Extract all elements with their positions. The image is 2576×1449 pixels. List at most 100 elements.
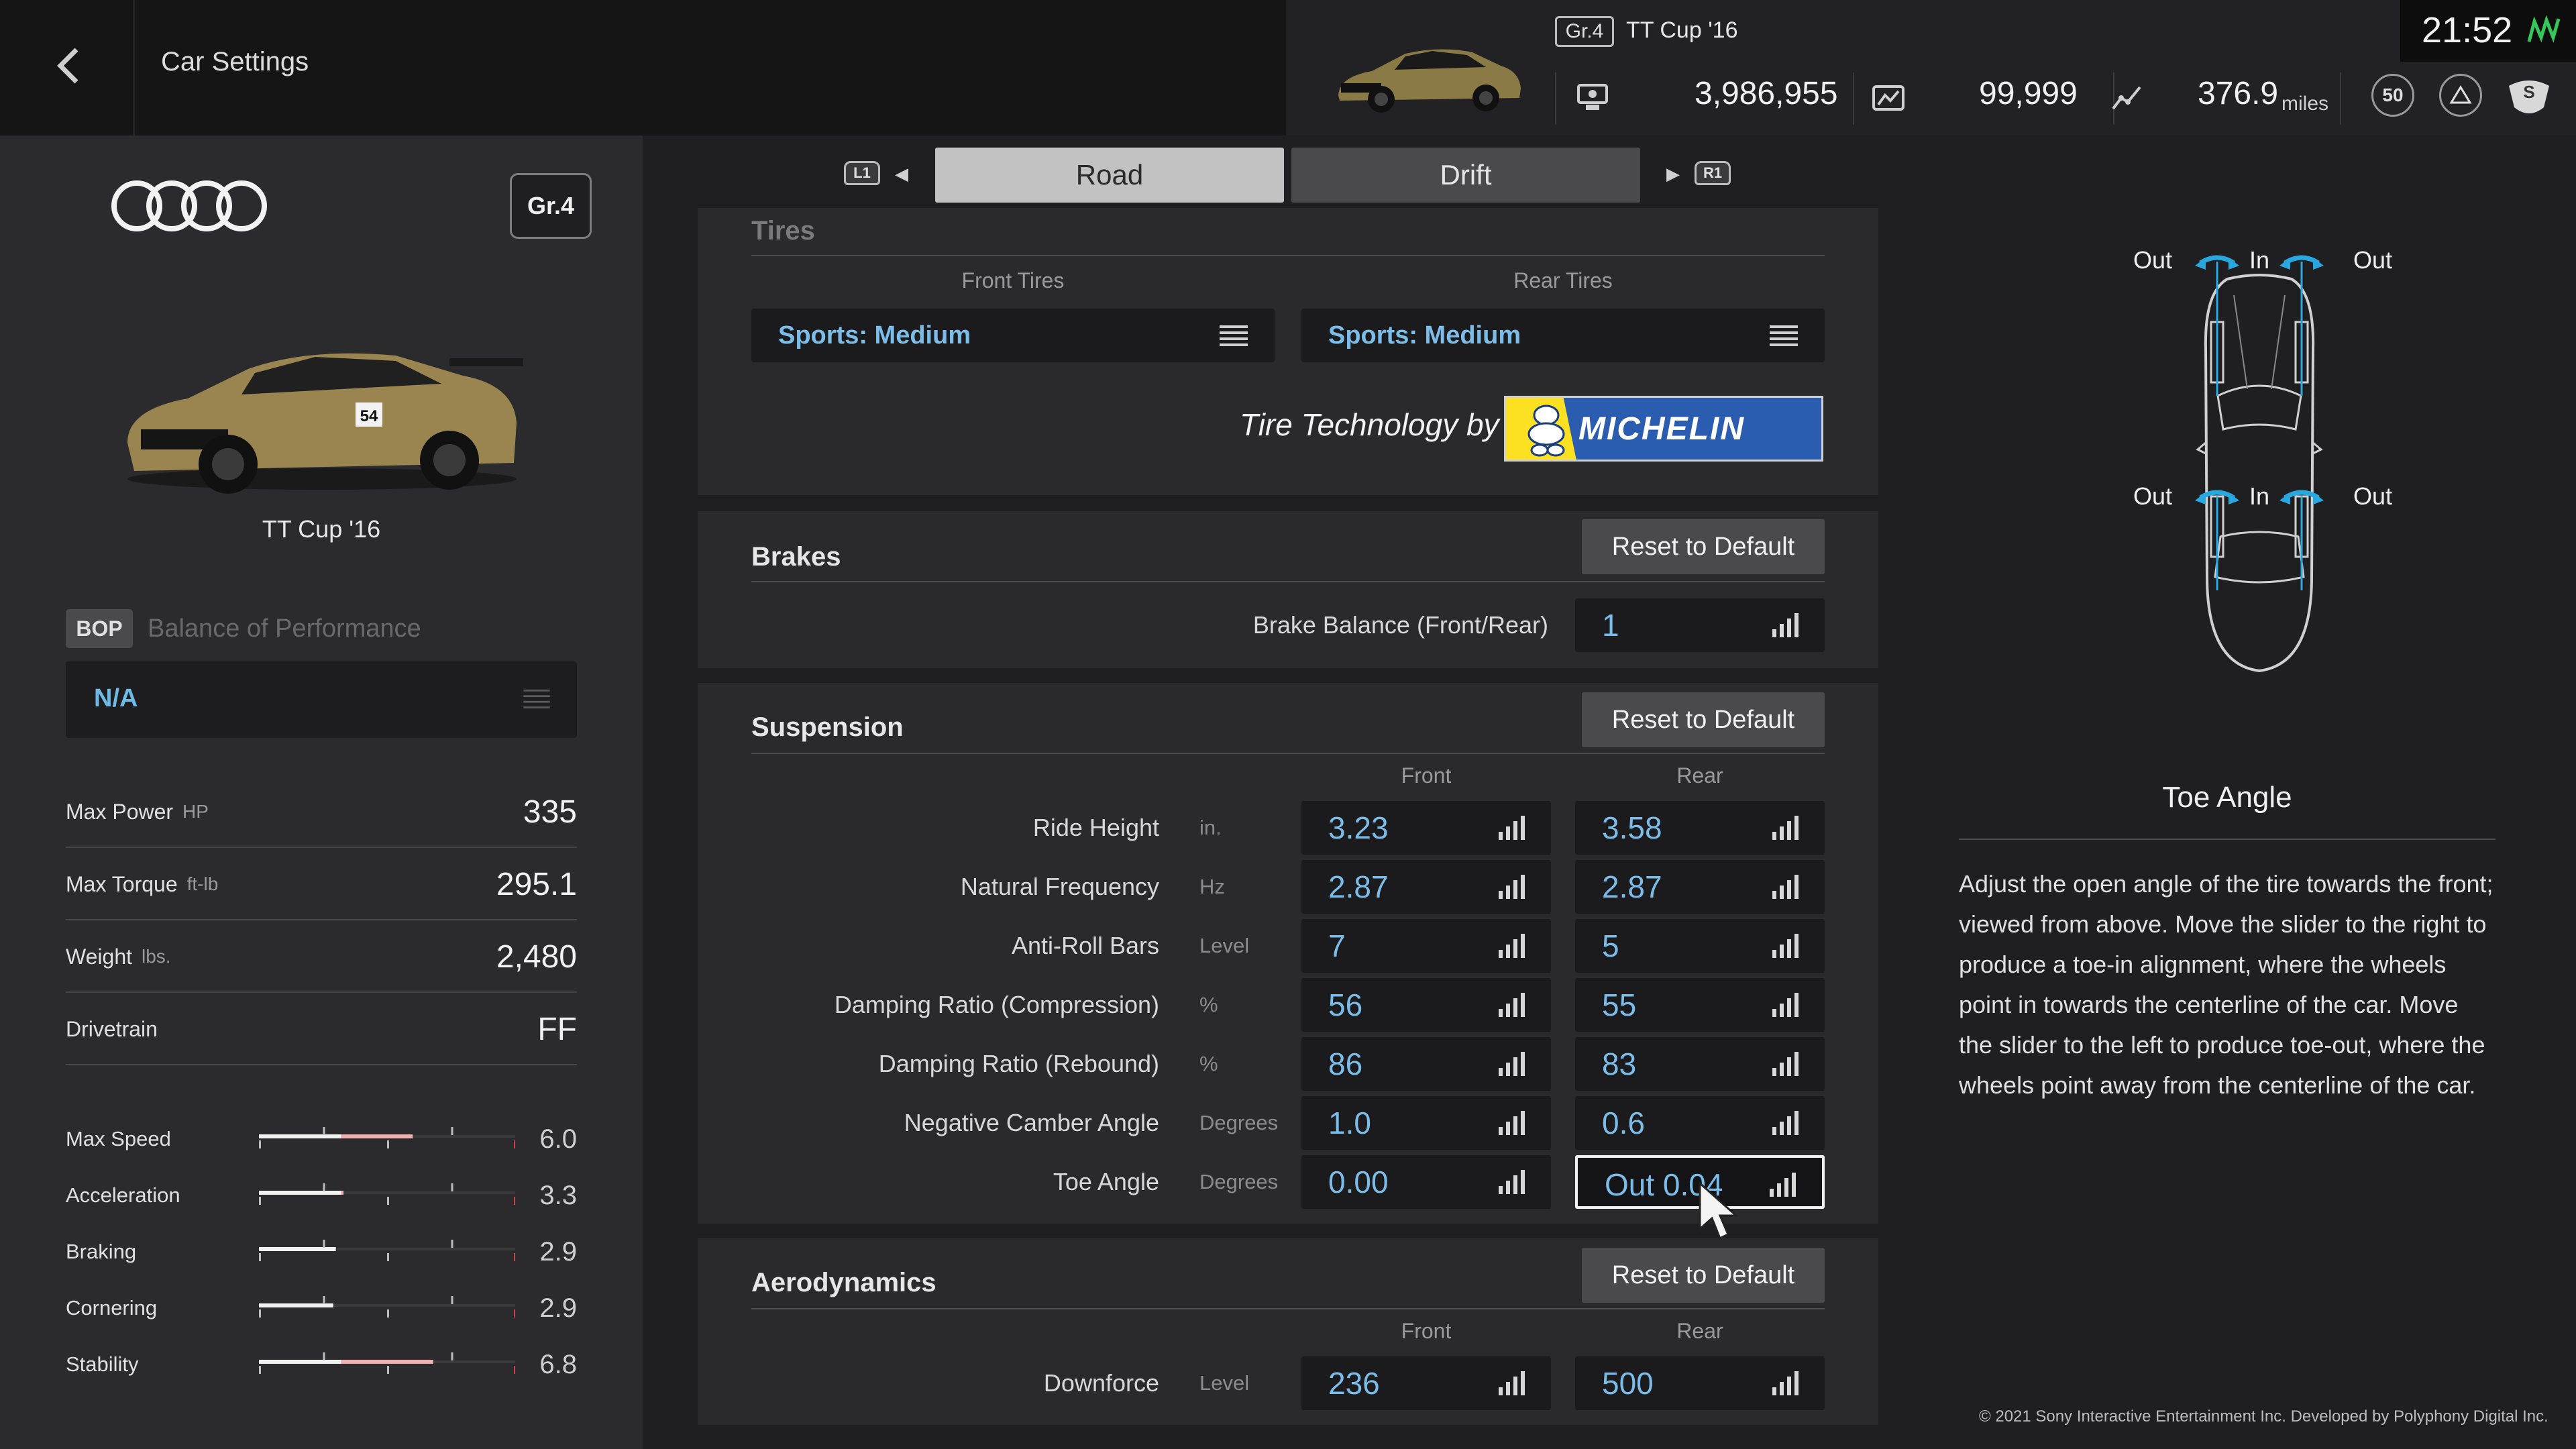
param-unit: Degrees <box>1199 1111 1279 1134</box>
front-value: 0.00 <box>1328 1165 1389 1199</box>
rating-row-acceleration: Acceleration 3.3 <box>66 1167 577 1224</box>
spec-unit: lbs. <box>142 946 171 967</box>
spec-label: Max Torque <box>66 871 178 896</box>
rear-value: 3.58 <box>1602 810 1662 845</box>
tab-drift[interactable]: Drift <box>1291 148 1640 203</box>
aerodynamics-reset-button[interactable]: Reset to Default <box>1582 1248 1825 1303</box>
param-label: Anti-Roll Bars <box>1011 932 1159 959</box>
rating-bar <box>259 1183 515 1205</box>
bop-label: Balance of Performance <box>148 614 421 643</box>
damping-ratio-rebound-front-input[interactable]: 86 <box>1301 1037 1551 1091</box>
l1-button[interactable]: L1 <box>844 161 880 185</box>
rating-bar <box>259 1296 515 1318</box>
car-thumbnail-image <box>1338 46 1521 113</box>
diagram-label: Out <box>2133 246 2172 274</box>
section-divider <box>751 1308 1825 1309</box>
anti-roll-bars-rear-input[interactable]: 5 <box>1575 919 1825 973</box>
damping-ratio-compression-front-input[interactable]: 56 <box>1301 978 1551 1032</box>
brake-balance-value: 1 <box>1602 608 1619 643</box>
rear-value: 55 <box>1602 987 1637 1022</box>
rating-tick <box>323 1352 325 1360</box>
negative-camber-angle-rear-input[interactable]: 0.6 <box>1575 1096 1825 1150</box>
rating-tick <box>451 1127 453 1135</box>
rating-fill-base <box>259 1191 341 1195</box>
tires-title: Tires <box>751 216 815 246</box>
rating-tick <box>514 1309 515 1318</box>
section-divider <box>751 753 1825 754</box>
tires-section: Tires Front Tires Rear Tires Sports: Med… <box>698 208 1878 495</box>
rating-tick <box>451 1183 453 1191</box>
natural-frequency-rear-input[interactable]: 2.87 <box>1575 860 1825 914</box>
suspension-title: Suspension <box>751 712 904 742</box>
param-label: Damping Ratio (Compression) <box>834 991 1159 1018</box>
damping-ratio-compression-rear-input[interactable]: 55 <box>1575 978 1825 1032</box>
param-unit: % <box>1199 1052 1218 1075</box>
toe-angle-front-input[interactable]: 0.00 <box>1301 1155 1551 1209</box>
svg-text:S: S <box>2523 82 2534 102</box>
help-divider <box>1959 839 2496 840</box>
brake-balance-input[interactable]: 1 <box>1575 598 1825 652</box>
ride-height-front-input[interactable]: 3.23 <box>1301 801 1551 855</box>
divider <box>1555 72 1556 125</box>
rear-value: 5 <box>1602 928 1619 963</box>
rating-value: 6.0 <box>539 1124 577 1154</box>
front-value: 86 <box>1328 1046 1363 1081</box>
damping-ratio-rebound-rear-input[interactable]: 83 <box>1575 1037 1825 1091</box>
natural-frequency-front-input[interactable]: 2.87 <box>1301 860 1551 914</box>
rating-tick <box>451 1352 453 1360</box>
current-car-name: TT Cup '16 <box>1626 17 1738 43</box>
front-value: 56 <box>1328 987 1363 1022</box>
rating-value: 6.8 <box>539 1349 577 1379</box>
diagram-label: In <box>2249 482 2269 510</box>
rating-fill-base <box>259 1134 341 1138</box>
rating-bar <box>259 1352 515 1374</box>
rating-label: Braking <box>66 1240 137 1263</box>
spec-row-drivetrain: Drivetrain FF <box>66 993 577 1065</box>
rating-tick <box>259 1253 261 1261</box>
back-button[interactable] <box>42 39 95 93</box>
bar-chart-icon <box>1499 993 1525 1017</box>
suspension-reset-button[interactable]: Reset to Default <box>1582 692 1825 747</box>
bar-chart-icon <box>1499 875 1525 899</box>
brakes-reset-button[interactable]: Reset to Default <box>1582 519 1825 574</box>
bar-chart-icon <box>1499 1371 1525 1395</box>
bar-chart-icon <box>1772 875 1799 899</box>
negative-camber-angle-front-input[interactable]: 1.0 <box>1301 1096 1551 1150</box>
downforce-front-value: 236 <box>1328 1366 1380 1401</box>
car-name: TT Cup '16 <box>262 515 381 543</box>
rating-fill-base <box>259 1360 341 1364</box>
bop-select[interactable] <box>66 661 577 738</box>
help-description: Adjust the open angle of the tire toward… <box>1959 870 2493 1099</box>
front-value: 2.87 <box>1328 869 1389 904</box>
downforce-front-input[interactable]: 236 <box>1301 1356 1551 1410</box>
ride-height-rear-input[interactable]: 3.58 <box>1575 801 1825 855</box>
front-tires-select[interactable]: Sports: Medium <box>751 309 1275 362</box>
rating-tick <box>259 1197 261 1205</box>
divider <box>2340 72 2341 125</box>
bop-value: N/A <box>94 684 138 712</box>
chevron-left-icon <box>57 48 78 84</box>
front-value: 7 <box>1328 928 1346 963</box>
help-title: Toe Angle <box>2162 781 2292 814</box>
rating-value: 3.3 <box>539 1180 577 1210</box>
rating-row-cornering: Cornering 2.9 <box>66 1280 577 1336</box>
distance-unit: miles <box>2282 93 2329 115</box>
diagram-label: In <box>2249 246 2269 274</box>
rating-tick <box>323 1127 325 1135</box>
rating-tick <box>323 1296 325 1304</box>
bar-chart-icon <box>1770 1173 1796 1197</box>
tab-road[interactable]: Road <box>935 148 1284 203</box>
level-badge: 50 <box>2371 74 2414 117</box>
spec-row-max-torque: Max Torque ft-lb 295.1 <box>66 848 577 920</box>
tire-technology-text: Tire Technology by <box>1240 407 1499 442</box>
downforce-rear-input[interactable]: 500 <box>1575 1356 1825 1410</box>
rear-tires-select[interactable]: Sports: Medium <box>1301 309 1825 362</box>
car-class-badge: Gr.4 <box>1555 16 1614 47</box>
downforce-label: Downforce <box>1043 1369 1159 1397</box>
aerodynamics-title: Aerodynamics <box>751 1268 936 1297</box>
michelin-wordmark: MICHELIN <box>1578 411 1745 447</box>
page-title: Car Settings <box>161 47 309 76</box>
anti-roll-bars-front-input[interactable]: 7 <box>1301 919 1551 973</box>
r1-button[interactable]: R1 <box>1695 161 1731 185</box>
downforce-unit: Level <box>1199 1371 1250 1395</box>
